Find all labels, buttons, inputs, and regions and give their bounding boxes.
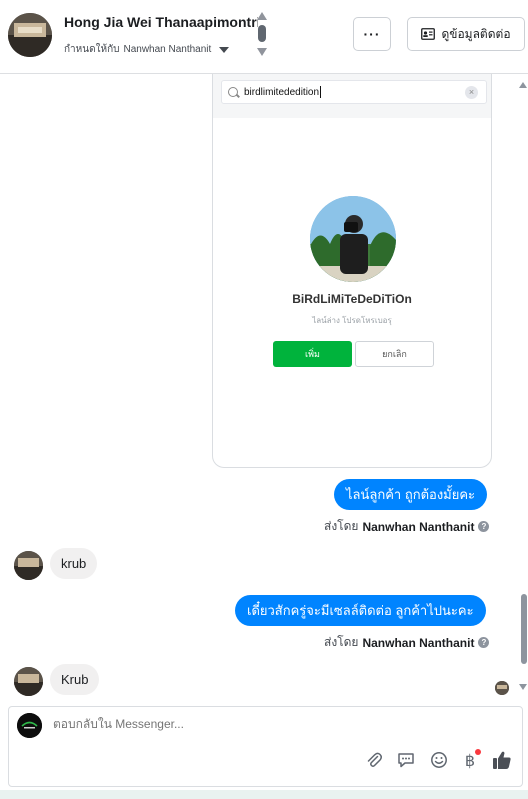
contact-avatar-small xyxy=(14,551,43,580)
thumbs-up-icon xyxy=(493,751,511,769)
page-avatar xyxy=(17,713,42,738)
sent-by-label: ส่งโดย Nanwhan Nanthanit ? xyxy=(324,517,490,536)
avatar-image xyxy=(8,13,52,57)
contact-name[interactable]: Hong Jia Wei Thanaapimontri xyxy=(64,14,258,30)
conversation-header: Hong Jia Wei Thanaapimontri กำหนดให้กับ … xyxy=(0,0,528,74)
screenshot-search-bar-area: birdlimitededition × xyxy=(213,74,491,118)
messenger-inbox-page: Hong Jia Wei Thanaapimontri กำหนดให้กับ … xyxy=(0,0,528,799)
screenshot-cancel-button: ยกเลิก xyxy=(355,341,434,367)
message-scrollbar[interactable] xyxy=(518,74,528,705)
line-profile-photo xyxy=(310,196,396,282)
question-icon[interactable]: ? xyxy=(478,637,490,648)
sent-by-label: ส่งโดย Nanwhan Nanthanit ? xyxy=(324,633,490,652)
page-logo-icon xyxy=(17,713,42,738)
clear-icon: × xyxy=(465,86,478,99)
text-cursor xyxy=(320,86,322,98)
shared-image-attachment[interactable]: birdlimitededition × BiRdLiMiTeDeDiTiOn … xyxy=(212,74,492,468)
like-button[interactable] xyxy=(491,749,513,771)
scroll-up-icon[interactable] xyxy=(519,82,527,88)
more-options-button[interactable]: ··· xyxy=(353,17,391,51)
outgoing-message[interactable]: ไลน์ลูกค้า ถูกต้องมั้ยคะ xyxy=(334,479,488,510)
screenshot-search-field: birdlimitededition × xyxy=(221,80,487,104)
more-icon: ··· xyxy=(363,26,381,42)
contact-avatar-small xyxy=(14,667,43,696)
sent-by-prefix: ส่งโดย xyxy=(324,519,359,533)
navigator-handle[interactable] xyxy=(258,25,266,42)
view-contact-label: ดูข้อมูลติดต่อ xyxy=(441,26,511,41)
reply-composer: ฿ xyxy=(8,706,523,787)
caret-down-icon xyxy=(219,46,230,53)
avatar-image xyxy=(14,551,43,580)
incoming-message[interactable]: Krub xyxy=(50,664,100,695)
emoji-icon xyxy=(431,752,447,768)
payment-button[interactable]: ฿ xyxy=(459,749,481,771)
view-contact-button[interactable]: ดูข้อมูลติดต่อ xyxy=(407,17,525,51)
saved-replies-button[interactable] xyxy=(395,749,417,771)
avatar-image xyxy=(14,667,43,696)
scroll-down-icon[interactable] xyxy=(519,684,527,690)
conversation-navigator[interactable] xyxy=(256,12,268,58)
assigned-prefix: กำหนดให้กับ xyxy=(64,44,120,55)
sent-by-prefix: ส่งโดย xyxy=(324,635,359,649)
chevron-up-icon[interactable] xyxy=(257,12,267,20)
baht-icon: ฿ xyxy=(464,750,476,770)
attachment-icon xyxy=(367,752,382,767)
assignee-selector[interactable]: กำหนดให้กับ Nanwhan Nanthanit xyxy=(64,42,230,57)
avatar-image xyxy=(495,681,509,695)
scrollbar-thumb[interactable] xyxy=(521,594,527,664)
line-profile-subtitle: ไลน์ล่าง โปรดโหรเบอรุ xyxy=(312,316,392,325)
chevron-down-icon[interactable] xyxy=(257,48,267,56)
assignee-name: Nanwhan Nanthanit xyxy=(123,44,212,55)
screenshot-add-button: เพิ่ม xyxy=(273,341,352,367)
contact-avatar[interactable] xyxy=(8,13,52,57)
attachment-button[interactable] xyxy=(363,749,385,771)
incoming-message[interactable]: krub xyxy=(50,548,98,579)
sent-by-name: Nanwhan Nanthanit xyxy=(362,635,475,650)
search-icon xyxy=(228,87,238,97)
profile-photo-image xyxy=(310,196,396,282)
sent-by-name: Nanwhan Nanthanit xyxy=(362,519,475,534)
footer-band xyxy=(0,790,528,799)
reply-input[interactable] xyxy=(53,717,453,731)
saved-replies-icon xyxy=(398,753,414,768)
seen-indicator-avatar xyxy=(495,681,509,695)
notification-dot xyxy=(475,749,481,755)
outgoing-message[interactable]: เดี๋ยวสักครู่จะมีเซลล์ติดต่อ ลูกค้าไปนะค… xyxy=(235,595,486,626)
emoji-button[interactable] xyxy=(428,749,450,771)
question-icon[interactable]: ? xyxy=(478,521,490,532)
screenshot-search-query: birdlimitededition xyxy=(244,86,320,98)
line-profile-name: BiRdLiMiTeDeDiTiOn xyxy=(292,292,412,306)
contact-card-icon xyxy=(421,28,436,40)
